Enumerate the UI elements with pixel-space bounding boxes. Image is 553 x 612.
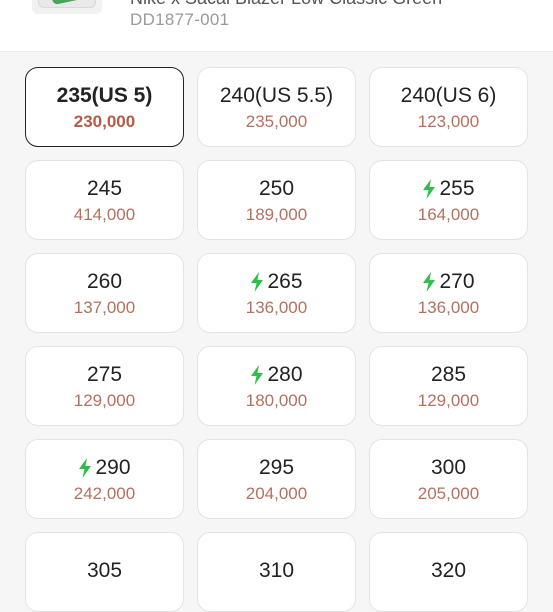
size-option[interactable]: 280 180,000 xyxy=(197,346,356,426)
size-option[interactable]: 255 164,000 xyxy=(369,160,528,240)
size-label: 240(US 6) xyxy=(400,83,497,107)
size-label: 300 xyxy=(430,455,467,479)
size-price: 136,000 xyxy=(245,297,308,317)
size-line: 320 xyxy=(431,558,466,584)
size-line: 310 xyxy=(259,558,294,584)
size-line: 245 xyxy=(87,176,122,202)
size-line: 300 xyxy=(431,455,466,481)
size-label: 290 xyxy=(95,455,131,479)
size-line: 285 xyxy=(431,362,466,388)
size-line: 295 xyxy=(259,455,294,481)
size-option[interactable]: 270 136,000 xyxy=(369,253,528,333)
size-option[interactable]: 265 136,000 xyxy=(197,253,356,333)
size-option[interactable]: 245 414,000 xyxy=(25,160,184,240)
size-label: 265 xyxy=(267,269,303,293)
size-option[interactable]: 235(US 5) 230,000 xyxy=(25,67,184,147)
size-option[interactable]: 310 xyxy=(197,532,356,612)
size-option[interactable]: 250 189,000 xyxy=(197,160,356,240)
size-option[interactable]: 300 205,000 xyxy=(369,439,528,519)
size-option[interactable]: 260 137,000 xyxy=(25,253,184,333)
size-label: 295 xyxy=(258,455,295,479)
size-line: 265 xyxy=(250,269,303,295)
size-label: 280 xyxy=(267,362,303,386)
size-price: 189,000 xyxy=(245,204,308,224)
size-line: 290 xyxy=(78,455,131,481)
size-line: 255 xyxy=(422,176,475,202)
size-label: 305 xyxy=(86,558,123,582)
size-line: 240(US 6) xyxy=(401,83,497,109)
size-label: 320 xyxy=(430,558,467,582)
size-option[interactable]: 285 129,000 xyxy=(369,346,528,426)
lightning-bolt-icon xyxy=(251,364,264,385)
size-price: 129,000 xyxy=(73,390,136,410)
size-price: 164,000 xyxy=(417,204,480,224)
size-label: 275 xyxy=(86,362,123,386)
size-price: 204,000 xyxy=(245,483,308,503)
size-line: 280 xyxy=(250,362,303,388)
size-line: 260 xyxy=(87,269,122,295)
size-label: 270 xyxy=(439,269,475,293)
size-price: 123,000 xyxy=(417,111,480,131)
size-label: 240(US 5.5) xyxy=(219,83,334,107)
size-option[interactable]: 290 242,000 xyxy=(25,439,184,519)
size-option[interactable]: 240(US 5.5) 235,000 xyxy=(197,67,356,147)
size-label: 255 xyxy=(439,176,475,200)
lightning-bolt-icon xyxy=(423,178,436,199)
size-line: 270 xyxy=(422,269,475,295)
size-line: 305 xyxy=(87,558,122,584)
lightning-bolt-icon xyxy=(251,271,264,292)
lightning-bolt-icon xyxy=(423,271,436,292)
size-label: 245 xyxy=(86,176,123,200)
size-line: 235(US 5) xyxy=(57,83,153,109)
size-line: 240(US 5.5) xyxy=(220,83,333,109)
product-name: Nike x Sacai Blazer Low Classic Green xyxy=(130,0,442,9)
size-option[interactable]: 240(US 6) 123,000 xyxy=(369,67,528,147)
size-line: 250 xyxy=(259,176,294,202)
size-price: 414,000 xyxy=(73,204,136,224)
size-price: 180,000 xyxy=(245,390,308,410)
size-price: 137,000 xyxy=(73,297,136,317)
size-option[interactable]: 275 129,000 xyxy=(25,346,184,426)
size-price: 205,000 xyxy=(417,483,480,503)
lightning-bolt-icon xyxy=(79,457,92,478)
size-line: 275 xyxy=(87,362,122,388)
size-option[interactable]: 320 xyxy=(369,532,528,612)
size-label: 235(US 5) xyxy=(56,83,153,107)
size-grid: 235(US 5) 230,000 240(US 5.5) 235,000 240(US… xyxy=(25,67,528,612)
size-option[interactable]: 295 204,000 xyxy=(197,439,356,519)
size-price: 136,000 xyxy=(417,297,480,317)
size-label: 260 xyxy=(86,269,123,293)
product-code: DD1877-001 xyxy=(130,10,230,29)
product-thumbnail xyxy=(32,0,102,14)
size-label: 310 xyxy=(258,558,295,582)
size-label: 250 xyxy=(258,176,295,200)
size-price: 129,000 xyxy=(417,390,480,410)
size-price: 235,000 xyxy=(245,111,308,131)
size-option[interactable]: 305 xyxy=(25,532,184,612)
size-label: 285 xyxy=(430,362,467,386)
product-header: Nike x Sacai Blazer Low Classic Green DD… xyxy=(0,0,553,52)
size-price: 242,000 xyxy=(73,483,136,503)
size-price: 230,000 xyxy=(73,111,136,131)
